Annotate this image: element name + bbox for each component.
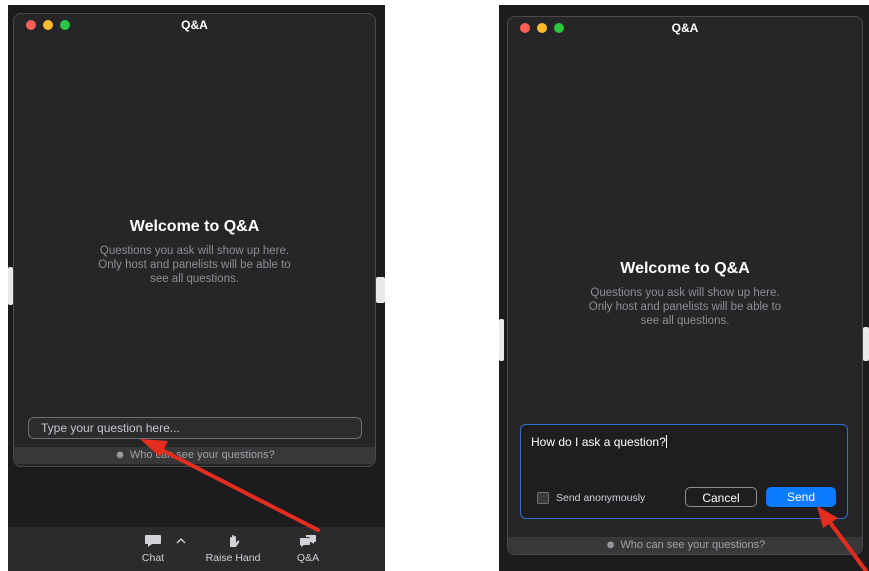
- chevron-up-icon: [176, 538, 186, 544]
- chat-bubble-icon: [145, 535, 161, 547]
- raise-hand-button[interactable]: Raise Hand: [200, 534, 266, 564]
- question-input-text: How do I ask a question?: [531, 435, 667, 449]
- text-caret: [665, 435, 667, 448]
- welcome-description: Questions you ask will show up here. Onl…: [588, 287, 782, 327]
- meeting-toolbar: Chat Raise Hand Q&A: [8, 527, 385, 571]
- send-anonymously-checkbox[interactable]: [537, 492, 549, 504]
- who-can-see-link[interactable]: ☻ Who can see your questions?: [508, 537, 862, 554]
- welcome-description: Questions you ask will show up here. Onl…: [98, 245, 291, 285]
- who-can-see-label: Who can see your questions?: [129, 449, 275, 461]
- qa-window-typing: Q&A Welcome to Q&A Questions you ask wil…: [507, 16, 863, 555]
- qa-window: Q&A Welcome to Q&A Questions you ask wil…: [13, 13, 376, 467]
- left-screenshot: Q&A Welcome to Q&A Questions you ask wil…: [8, 5, 385, 571]
- right-screenshot: Q&A Welcome to Q&A Questions you ask wil…: [499, 5, 869, 571]
- chat-label: Chat: [141, 552, 165, 564]
- chat-options-chevron[interactable]: [174, 536, 188, 548]
- window-title: Q&A: [671, 21, 699, 35]
- cancel-button[interactable]: Cancel: [685, 487, 757, 507]
- people-icon: ☻: [114, 449, 126, 461]
- welcome-heading: Welcome to Q&A: [129, 218, 260, 235]
- send-button[interactable]: Send: [766, 487, 836, 507]
- background-window-edge: [863, 327, 869, 361]
- background-window-edge: [499, 319, 504, 361]
- who-can-see-link[interactable]: ☻ Who can see your questions?: [14, 447, 375, 464]
- welcome-message: Welcome to Q&A Questions you ask will sh…: [508, 260, 862, 328]
- send-anonymously-label: Send anonymously: [556, 492, 646, 504]
- qa-label: Q&A: [296, 552, 320, 564]
- title-bar: Q&A: [14, 14, 375, 36]
- who-can-see-label: Who can see your questions?: [620, 539, 766, 551]
- background-window-edge: [376, 277, 385, 303]
- qa-bubbles-icon: [300, 535, 316, 547]
- question-input[interactable]: Type your question here...: [28, 417, 362, 439]
- question-input-placeholder: Type your question here...: [41, 421, 180, 435]
- qa-button[interactable]: Q&A: [293, 534, 323, 564]
- raise-hand-icon: [230, 535, 240, 547]
- window-title: Q&A: [181, 18, 208, 32]
- chat-button[interactable]: Chat: [138, 534, 168, 564]
- welcome-message: Welcome to Q&A Questions you ask will sh…: [14, 218, 375, 286]
- question-input[interactable]: How do I ask a question? Send anonymousl…: [520, 424, 848, 519]
- title-bar: Q&A: [508, 17, 862, 39]
- raise-hand-label: Raise Hand: [205, 552, 261, 564]
- people-icon: ☻: [604, 539, 617, 551]
- send-anonymously-option[interactable]: Send anonymously: [537, 492, 645, 504]
- welcome-heading: Welcome to Q&A: [620, 260, 750, 277]
- question-text: How do I ask a question?: [531, 435, 666, 449]
